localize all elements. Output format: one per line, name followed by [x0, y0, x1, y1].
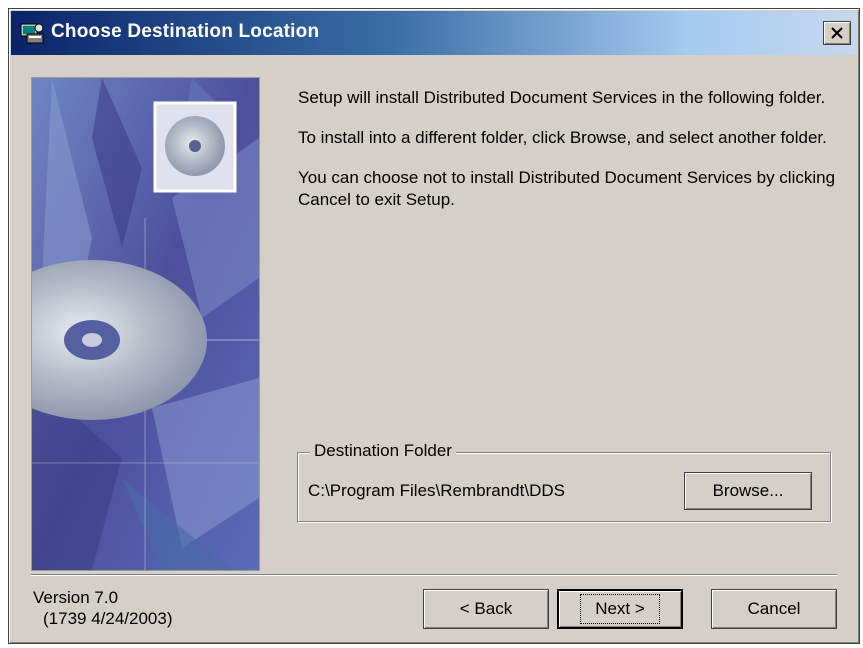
close-icon [831, 27, 843, 39]
cancel-button-label: Cancel [747, 599, 801, 618]
info-paragraph-1: Setup will install Distributed Document … [298, 88, 826, 107]
info-text: Setup will install Distributed Document … [298, 87, 838, 229]
close-button[interactable] [823, 21, 851, 45]
cancel-button[interactable]: Cancel [711, 589, 837, 629]
side-banner-image [31, 77, 260, 571]
version-info: Version 7.0 (1739 4/24/2003) [33, 587, 173, 629]
back-button[interactable]: < Back [423, 589, 549, 629]
title-bar[interactable]: Choose Destination Location [11, 11, 857, 55]
info-paragraph-3: You can choose not to install Distribute… [298, 168, 836, 209]
destination-folder-legend: Destination Folder [310, 441, 456, 461]
browse-button-label: Browse... [712, 481, 784, 500]
destination-folder-group: Destination Folder C:\Program Files\Remb… [297, 441, 831, 522]
next-button[interactable]: Next > [557, 589, 683, 629]
footer-separator [31, 574, 837, 576]
destination-path: C:\Program Files\Rembrandt\DDS [308, 481, 565, 500]
info-paragraph-2: To install into a different folder, clic… [298, 128, 827, 147]
window-title: Choose Destination Location [51, 21, 320, 42]
build-label: (1739 4/24/2003) [43, 609, 173, 628]
browse-button[interactable]: Browse... [684, 472, 812, 510]
version-label: Version 7.0 [33, 588, 119, 607]
back-button-label: < Back [459, 599, 513, 618]
setup-dialog: Choose Destination Location Setup will i… [8, 8, 860, 644]
next-button-label: Next > [580, 594, 660, 624]
setup-icon [20, 23, 44, 44]
